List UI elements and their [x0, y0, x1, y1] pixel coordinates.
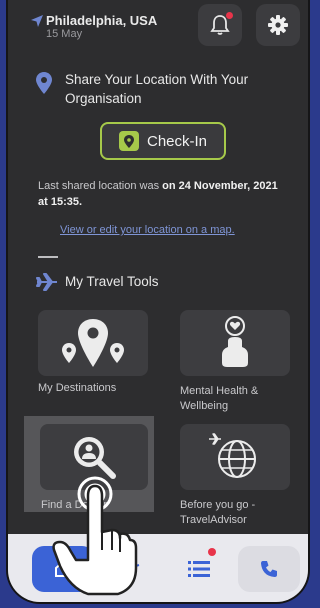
- list-icon: [188, 561, 210, 577]
- tap-gesture-hand-icon: [52, 476, 138, 596]
- check-in-label: Check-In: [146, 132, 208, 150]
- settings-button[interactable]: [256, 4, 300, 46]
- travel-tools-title: My Travel Tools: [65, 274, 159, 289]
- before-you-go-tile[interactable]: [180, 424, 290, 490]
- notifications-button[interactable]: [198, 4, 242, 46]
- section-divider: [38, 256, 58, 258]
- airplane-icon: [36, 273, 57, 291]
- current-date: 15 May: [46, 28, 83, 40]
- gear-icon: [268, 15, 288, 35]
- destinations-pins-icon: [62, 319, 124, 367]
- nav-call[interactable]: [238, 546, 300, 592]
- mental-health-tile[interactable]: [180, 310, 290, 376]
- last-shared-text: Last shared location was on 24 November,…: [38, 178, 288, 210]
- share-location-title: Share Your Location With Your Organisati…: [65, 72, 249, 106]
- top-bar: Philadelphia, USA 15 May: [8, 0, 308, 56]
- check-in-button[interactable]: Check-In: [100, 122, 226, 160]
- my-destinations-tile[interactable]: [38, 310, 148, 376]
- mental-health-icon: [222, 316, 248, 367]
- app-screen: Philadelphia, USA 15 May Share Your Loca…: [6, 0, 310, 604]
- updates-badge: [208, 548, 216, 556]
- my-destinations-label: My Destinations: [38, 382, 117, 394]
- location-pin-icon: [36, 72, 52, 94]
- current-city: Philadelphia, USA: [46, 13, 158, 28]
- phone-icon: [261, 561, 277, 577]
- notification-badge: [226, 12, 233, 19]
- check-in-pin-icon: [118, 131, 139, 151]
- nav-updates[interactable]: [168, 546, 230, 592]
- view-location-link[interactable]: View or edit your location on a map.: [60, 224, 300, 236]
- last-shared-prefix: Last shared location was: [38, 180, 163, 192]
- globe-plane-icon: [209, 433, 256, 478]
- before-you-go-label: Before you go - TravelAdvisor: [180, 499, 256, 526]
- mental-health-label: Mental Health & Wellbeing: [180, 385, 259, 412]
- location-arrow-icon: [31, 15, 43, 27]
